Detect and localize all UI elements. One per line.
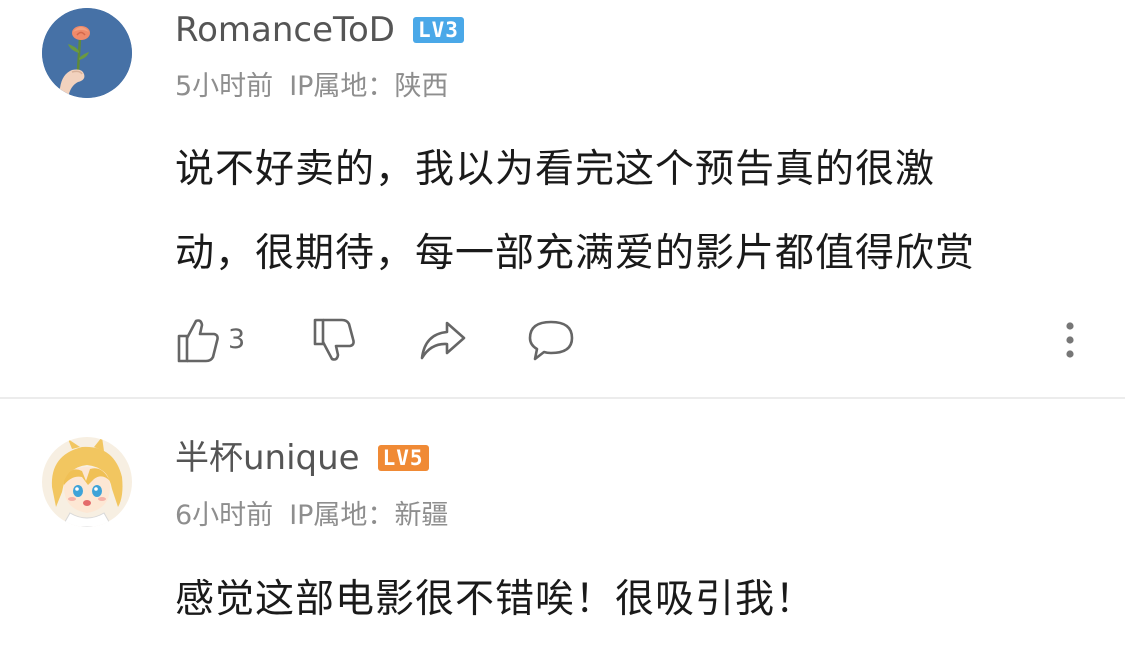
dislike-button[interactable] [312,312,356,368]
ip-location: 陕西 [394,71,449,102]
username[interactable]: 半杯unique [175,436,360,480]
ip-label: IP属地： [289,71,395,102]
more-options-button[interactable] [1060,312,1080,368]
comment-time: 6小时前 [175,500,274,531]
user-info: 半杯unique LV5 [175,436,429,480]
comment-text: 说不好卖的，我以为看完这个预告真的很激 动，很期待，每一部充满爱的影片都值得欣赏 [175,128,1095,296]
level-badge: LV3 [413,17,464,43]
comment-item: 半杯unique LV5 6小时前 IP属地：新疆 感觉这部电影很不错唉！很吸引我… [0,399,1125,658]
comment-item: RomanceToD LV3 5小时前 IP属地：陕西 说不好卖的，我以为看完这个… [0,0,1125,398]
level-badge: LV5 [377,445,429,471]
user-avatar[interactable] [42,437,132,527]
comment-meta: 6小时前 IP属地：新疆 [175,496,448,536]
comment-text-line: 感觉这部电影很不错唉！很吸引我！ [175,577,816,622]
username[interactable]: RomanceToD [175,8,395,52]
ip-location: 新疆 [394,500,449,531]
share-button[interactable] [419,312,467,368]
ip-label: IP属地： [289,500,395,531]
comment-actions: 3 [0,312,1125,368]
user-info: RomanceToD LV3 [175,8,464,52]
comment-text: 感觉这部电影很不错唉！很吸引我！ [175,558,1095,642]
like-count: 3 [228,324,246,355]
comment-time: 5小时前 [175,71,274,102]
reply-button[interactable] [527,312,575,368]
more-vertical-icon [1066,322,1074,358]
comment-text-line: 说不好卖的，我以为看完这个预告真的很激 [175,147,936,192]
rose-in-hand-avatar-icon [42,8,132,98]
thumbs-down-icon [313,318,355,361]
user-avatar[interactable] [42,8,132,98]
comment-meta: 5小时前 IP属地：陕西 [175,67,448,107]
reply-icon [528,320,574,361]
anime-character-avatar-icon [42,437,132,527]
comment-text-line: 动，很期待，每一部充满爱的影片都值得欣赏 [175,231,976,276]
share-icon [420,321,466,360]
thumbs-up-icon [177,319,219,363]
like-button[interactable]: 3 [176,312,245,368]
